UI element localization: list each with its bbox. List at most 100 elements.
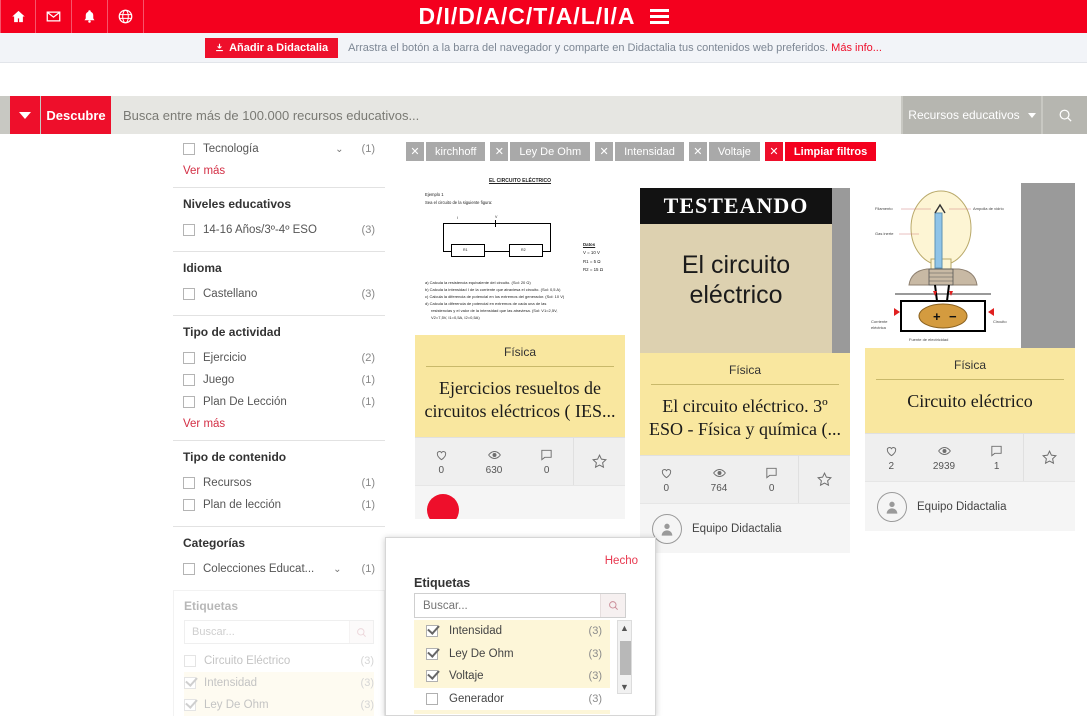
views-stat[interactable]: 764 [693,456,746,503]
author-name[interactable]: Equipo Didactalia [917,501,1007,513]
checkbox-icon[interactable] [184,655,196,667]
modal-search[interactable] [414,593,626,618]
scroll-down-arrow[interactable]: ▼ [618,680,631,693]
result-card[interactable]: + − Filamento Ampolla de vidrio Gas iner… [865,183,1075,532]
checkbox-icon[interactable] [183,477,195,489]
filter-chip[interactable]: ✕ Voltaje [688,142,760,161]
chip-label[interactable]: kirchhoff [426,142,486,161]
checkbox-icon[interactable] [183,224,195,236]
card-thumbnail-testeando[interactable]: TESTEANDO El circuito eléctrico [640,188,850,353]
card-body[interactable]: Física Ejercicios resueltos de circuitos… [415,335,625,438]
chevron-down-icon[interactable]: ⌄ [333,564,341,575]
result-card[interactable]: TESTEANDO El circuito eléctrico Física E… [640,188,850,554]
checkbox-icon[interactable] [426,692,438,705]
chip-close-icon[interactable]: ✕ [406,142,424,161]
checkbox-checked-icon[interactable] [184,699,196,711]
filter-row-juego[interactable]: Juego (1) [183,369,375,391]
modal-done-button[interactable]: Hecho [605,555,638,567]
filter-chip[interactable]: ✕ Ley De Ohm [490,142,591,161]
comments-stat[interactable]: 0 [520,438,573,485]
card-thumbnail-bulb[interactable]: + − Filamento Ampolla de vidrio Gas iner… [865,183,1075,348]
ver-mas-link-top[interactable]: Ver más [183,165,225,177]
etiquetas-search-icon[interactable] [349,621,373,643]
filter-row-plan-de-leccion[interactable]: Plan De Lección (1) [183,391,375,413]
checkbox-checked-icon[interactable] [184,677,196,689]
card-author[interactable]: Equipo Didactalia [640,503,850,554]
etiquetas-search[interactable] [184,620,374,644]
checkbox-icon[interactable] [183,288,195,300]
chip-label[interactable]: Voltaje [708,142,760,161]
card-body[interactable]: Física Circuito eléctrico [865,348,1075,434]
clear-filters-chip[interactable]: ✕ Limpiar filtros [764,142,877,161]
checkbox-icon[interactable] [183,396,195,408]
chip-close-icon[interactable]: ✕ [490,142,509,161]
filter-row-plan-de-leccion-contenido[interactable]: Plan de lección (1) [183,494,375,516]
search-input[interactable] [111,96,901,134]
add-to-didactalia-button[interactable]: Añadir a Didactalia [205,37,339,58]
card-author[interactable]: Equipo Didactalia [865,481,1075,532]
favorite-button[interactable] [573,438,625,486]
modal-row-voltaje[interactable]: Voltaje (3) [414,665,610,688]
filter-row-castellano[interactable]: Castellano (3) [183,283,375,305]
filter-chip[interactable]: ✕ Intensidad [595,142,684,161]
ver-mas-link-actividad[interactable]: Ver más [183,418,225,430]
card-author[interactable] [415,485,625,520]
comments-stat[interactable]: 0 [745,456,798,503]
checkbox-checked-icon[interactable] [426,670,438,683]
chip-close-icon[interactable]: ✕ [595,142,614,161]
modal-row-ley-de-ohm[interactable]: Ley De Ohm (3) [414,643,610,666]
likes-stat[interactable]: 2 [865,434,918,481]
chevron-down-icon[interactable]: ⌄ [335,144,343,155]
filter-row-ejercicio[interactable]: Ejercicio (2) [183,347,375,369]
checkbox-icon[interactable] [183,374,195,386]
author-name[interactable]: Equipo Didactalia [692,523,782,535]
views-stat[interactable]: 2939 [918,434,971,481]
filter-row-recursos[interactable]: Recursos (1) [183,472,375,494]
likes-stat[interactable]: 0 [415,438,468,485]
filter-row-tecnologia[interactable]: Tecnología ⌄ (1) [183,138,375,160]
modal-search-icon[interactable] [600,594,625,617]
scrollbar-thumb[interactable] [620,641,631,675]
chip-label[interactable]: Ley De Ohm [510,142,591,161]
etiquetas-search-input[interactable] [185,621,349,643]
card-body[interactable]: Física El circuito eléctrico. 3º ESO - F… [640,353,850,456]
favorite-button[interactable] [798,456,850,504]
chip-close-icon[interactable]: ✕ [688,142,707,161]
modal-search-input[interactable] [415,594,600,617]
views-stat[interactable]: 630 [468,438,521,485]
chip-label[interactable]: Intensidad [615,142,684,161]
checkbox-checked-icon[interactable] [426,647,438,660]
checkbox-icon[interactable] [183,352,195,364]
mail-icon[interactable] [36,0,72,33]
etiqueta-row-ley-de-ohm[interactable]: Ley De Ohm (3) [184,694,374,716]
comments-stat[interactable]: 1 [970,434,1023,481]
checkbox-icon[interactable] [183,143,195,155]
filter-chip[interactable]: ✕ kirchhoff [406,142,486,161]
filter-row-14-16-anos[interactable]: 14-16 Años/3º-4º ESO (3) [183,219,375,241]
card-title[interactable]: Circuito eléctrico [873,390,1067,413]
hamburger-menu-icon[interactable] [649,9,669,24]
result-card[interactable]: EL CIRCUITO ELÉCTRICO Ejemplo 1 Sea el c… [415,170,625,520]
modal-scrollbar[interactable]: ▲ ▼ [617,620,632,694]
favorite-button[interactable] [1023,434,1075,482]
likes-stat[interactable]: 0 [640,456,693,503]
globe-icon[interactable] [108,0,144,33]
modal-row-generador[interactable]: Generador (3) [414,687,610,710]
chip-close-icon[interactable]: ✕ [764,142,783,161]
checkbox-checked-icon[interactable] [426,625,438,638]
discover-button[interactable]: Descubre [41,96,111,134]
checkbox-icon[interactable] [183,499,195,511]
more-info-link[interactable]: Más info... [831,42,882,54]
modal-row-intensidad[interactable]: Intensidad (3) [414,620,610,643]
discover-dropdown-toggle[interactable] [10,96,40,134]
checkbox-icon[interactable] [183,563,195,575]
etiqueta-row-circuito-electrico[interactable]: Circuito Eléctrico (3) [184,650,374,672]
search-submit-button[interactable] [1043,96,1087,134]
etiqueta-row-intensidad[interactable]: Intensidad (3) [184,672,374,694]
card-thumbnail-document[interactable]: EL CIRCUITO ELÉCTRICO Ejemplo 1 Sea el c… [415,170,625,335]
card-title[interactable]: Ejercicios resueltos de circuitos eléctr… [423,377,617,423]
clear-filters-label[interactable]: Limpiar filtros [784,142,877,161]
filter-row-colecciones-educativas[interactable]: Colecciones Educat... ⌄ (1) [183,558,375,580]
search-scope-select[interactable]: Recursos educativos [903,96,1042,134]
scroll-up-arrow[interactable]: ▲ [618,621,631,634]
